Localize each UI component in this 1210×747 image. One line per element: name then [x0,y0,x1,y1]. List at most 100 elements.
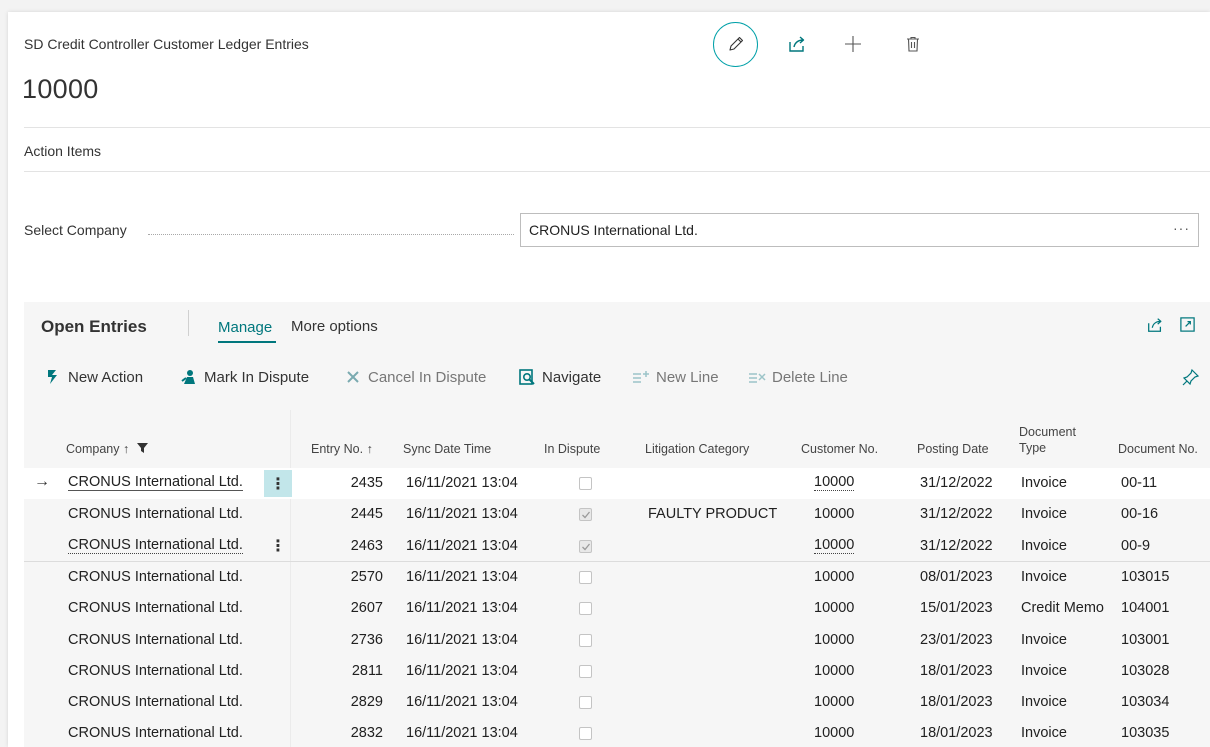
cell-document-type[interactable]: Invoice [1021,569,1067,585]
table-row[interactable]: CRONUS International Ltd. 2832 16/11/2021 … [24,718,1210,747]
new-button[interactable] [842,33,864,55]
cell-customer-no[interactable]: 10000 [814,537,855,554]
cell-document-no[interactable]: 103028 [1121,663,1169,679]
in-dispute-checkbox[interactable] [579,664,592,678]
col-litigation-category[interactable]: Litigation Category [645,442,749,456]
cell-entry-no[interactable]: 2463 [351,538,383,554]
cell-sync-date-time[interactable]: 16/11/2021 13:04 [406,569,518,585]
cell-company[interactable]: CRONUS International Ltd. [68,569,243,585]
pin-button[interactable] [1182,368,1200,390]
delete-line-button[interactable]: Delete Line [748,364,848,390]
cell-customer-no[interactable]: 10000 [814,694,854,710]
cell-customer-no[interactable]: 10000 [814,600,854,616]
table-row[interactable]: → CRONUS International Ltd. ⋮ 2435 16/11/202… [24,468,1210,499]
in-dispute-checkbox[interactable] [579,633,592,647]
cell-posting-date[interactable]: 23/01/2023 [920,632,993,648]
cell-customer-no[interactable]: 10000 [814,663,854,679]
col-posting-date[interactable]: Posting Date [917,442,989,456]
action-items-link[interactable]: Action Items [24,143,101,159]
cell-company[interactable]: CRONUS International Ltd. [68,694,243,710]
table-row[interactable]: CRONUS International Ltd. 2829 16/11/2021 … [24,687,1210,718]
in-dispute-checkbox[interactable] [579,570,592,584]
cell-document-type[interactable]: Invoice [1021,475,1067,491]
table-row[interactable]: CRONUS International Ltd. 2736 16/11/2021 … [24,625,1210,656]
cell-document-no[interactable]: 00-16 [1121,506,1158,522]
cell-company[interactable]: CRONUS International Ltd. [68,506,243,522]
cell-sync-date-time[interactable]: 16/11/2021 13:04 [406,600,518,616]
cell-entry-no[interactable]: 2829 [351,694,383,710]
cell-customer-no[interactable]: 10000 [814,725,854,741]
row-menu-button[interactable]: ⋮ [264,470,292,497]
new-action-button[interactable]: New Action [44,364,143,390]
cell-entry-no[interactable]: 2445 [351,506,383,522]
cell-document-type[interactable]: Invoice [1021,694,1067,710]
cell-document-no[interactable]: 103034 [1121,694,1169,710]
cell-document-no[interactable]: 103035 [1121,725,1169,741]
cell-entry-no[interactable]: 2607 [351,600,383,616]
cell-document-no[interactable]: 103015 [1121,569,1169,585]
cell-posting-date[interactable]: 15/01/2023 [920,600,993,616]
table-row[interactable]: CRONUS International Ltd. 2811 16/11/2021 … [24,656,1210,687]
delete-button[interactable] [902,33,924,55]
col-company[interactable]: Company ↑ [66,442,148,456]
cell-sync-date-time[interactable]: 16/11/2021 13:04 [406,663,518,679]
cell-sync-date-time[interactable]: 16/11/2021 13:04 [406,725,518,741]
lookup-button[interactable]: ··· [1173,220,1190,236]
cell-document-type[interactable]: Invoice [1021,663,1067,679]
cell-customer-no[interactable]: 10000 [814,632,854,648]
cell-posting-date[interactable]: 31/12/2022 [920,506,993,522]
cell-company[interactable]: CRONUS International Ltd. [68,663,243,679]
cell-sync-date-time[interactable]: 16/11/2021 13:04 [406,506,518,522]
cell-customer-no[interactable]: 10000 [814,569,854,585]
tab-manage[interactable]: Manage [218,319,272,336]
cell-posting-date[interactable]: 08/01/2023 [920,569,993,585]
in-dispute-checkbox[interactable] [579,696,592,710]
part-expand-button[interactable] [1179,316,1196,338]
cell-customer-no[interactable]: 10000 [814,506,854,522]
col-in-dispute[interactable]: In Dispute [544,442,600,456]
row-menu-button[interactable]: ⋮ [264,533,292,560]
col-document-type[interactable]: Document Type [1019,424,1076,456]
col-document-no[interactable]: Document No. [1118,442,1198,456]
cell-document-type[interactable]: Invoice [1021,506,1067,522]
mark-in-dispute-button[interactable]: Mark In Dispute [180,364,309,390]
cell-sync-date-time[interactable]: 16/11/2021 13:04 [406,632,518,648]
cell-company[interactable]: CRONUS International Ltd. [68,475,243,491]
cell-customer-no[interactable]: 10000 [814,475,855,491]
cell-posting-date[interactable]: 18/01/2023 [920,725,993,741]
in-dispute-checkbox[interactable] [579,477,592,490]
table-row[interactable]: CRONUS International Ltd. ⋮ 2463 16/11/2021… [24,531,1210,562]
cell-company[interactable]: CRONUS International Ltd. [68,725,243,741]
cell-company[interactable]: CRONUS International Ltd. [68,600,243,616]
cell-posting-date[interactable]: 18/01/2023 [920,663,993,679]
in-dispute-checkbox[interactable] [579,539,592,553]
cell-sync-date-time[interactable]: 16/11/2021 13:04 [406,538,518,554]
cell-document-type[interactable]: Invoice [1021,725,1067,741]
cell-sync-date-time[interactable]: 16/11/2021 13:04 [406,694,518,710]
cell-entry-no[interactable]: 2435 [351,475,383,491]
cell-document-type[interactable]: Credit Memo [1021,600,1104,616]
col-sync-date-time[interactable]: Sync Date Time [403,442,491,456]
tab-more-options[interactable]: More options [291,318,378,335]
col-customer-no[interactable]: Customer No. [801,442,878,456]
cell-entry-no[interactable]: 2832 [351,725,383,741]
cell-company[interactable]: CRONUS International Ltd. [68,632,243,648]
cell-sync-date-time[interactable]: 16/11/2021 13:04 [406,475,518,491]
cell-entry-no[interactable]: 2570 [351,569,383,585]
cell-entry-no[interactable]: 2811 [352,663,383,679]
cell-entry-no[interactable]: 2736 [351,632,383,648]
cell-posting-date[interactable]: 18/01/2023 [920,694,993,710]
cell-document-no[interactable]: 00-11 [1121,475,1157,491]
cancel-in-dispute-button[interactable]: Cancel In Dispute [344,364,486,390]
cell-posting-date[interactable]: 31/12/2022 [920,475,993,491]
cell-document-type[interactable]: Invoice [1021,632,1067,648]
in-dispute-checkbox[interactable] [579,602,592,616]
cell-document-no[interactable]: 104001 [1121,600,1169,616]
edit-button[interactable] [713,21,758,67]
navigate-button[interactable]: Navigate [518,364,601,390]
table-row[interactable]: CRONUS International Ltd. 2445 16/11/2021 … [24,499,1210,530]
part-share-button[interactable] [1146,316,1164,339]
share-button[interactable] [786,33,808,55]
cell-posting-date[interactable]: 31/12/2022 [920,538,993,554]
cell-document-type[interactable]: Invoice [1021,538,1067,554]
